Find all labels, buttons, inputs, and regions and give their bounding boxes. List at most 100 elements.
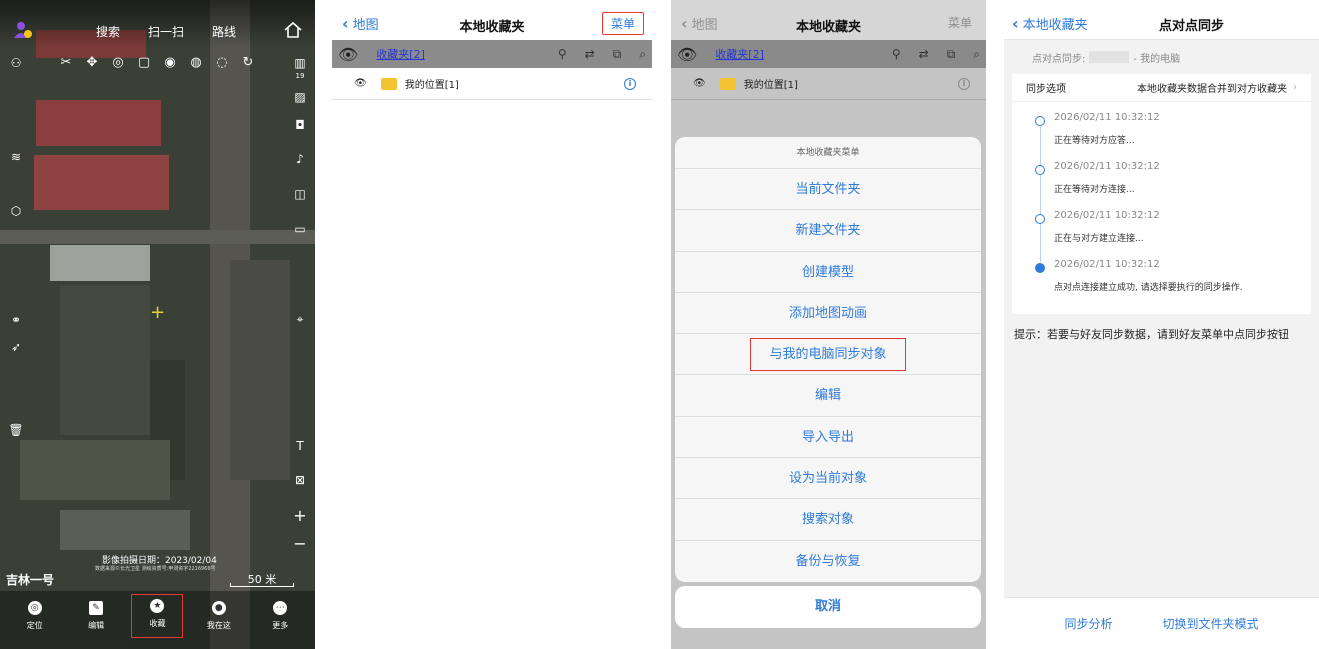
- folder-icon: [719, 77, 736, 90]
- sheet-title: 本地收藏夹菜单: [675, 137, 981, 169]
- scan-link[interactable]: 扫一扫: [148, 23, 184, 40]
- event-message: 正在等待对方应答...: [1054, 136, 1135, 146]
- scissors-icon[interactable]: ✂: [58, 55, 74, 71]
- info-icon[interactable]: i: [624, 77, 636, 90]
- home-icon[interactable]: [283, 20, 303, 40]
- link-icon[interactable]: ⚭: [8, 313, 24, 327]
- search-icon[interactable]: ⌕: [639, 47, 646, 62]
- frame-icon[interactable]: ▨: [292, 90, 308, 104]
- menu-button[interactable]: 菜单: [948, 14, 972, 31]
- menu-button[interactable]: 菜单: [601, 12, 644, 35]
- menu-item-edit[interactable]: 编辑: [675, 375, 981, 417]
- eye-icon[interactable]: 👁: [693, 78, 706, 89]
- navigate-icon[interactable]: ◌: [214, 55, 230, 71]
- eye-icon[interactable]: 👁: [677, 45, 697, 64]
- event-time: 2026/02/11 10:32:12: [1054, 112, 1160, 123]
- sync-option-row[interactable]: 同步选项 本地收藏夹数据合并到对方收藏夹 ›: [1012, 74, 1311, 102]
- menu-item-set-current[interactable]: 设为当前对象: [675, 458, 981, 500]
- cube-icon[interactable]: ⬡: [8, 204, 24, 218]
- menu-item-search[interactable]: 搜索对象: [675, 499, 981, 541]
- tab-more[interactable]: ⋯ 更多: [255, 591, 305, 649]
- eye-icon[interactable]: 👁: [338, 45, 358, 64]
- swap-icon[interactable]: ⇄: [919, 47, 929, 62]
- star-icon: ★: [150, 599, 165, 613]
- mic-icon[interactable]: ♪: [292, 152, 308, 166]
- event-time: 2026/02/11 10:32:12: [1054, 259, 1160, 270]
- satellite-map[interactable]: [0, 0, 315, 649]
- layers-icon[interactable]: ⚇: [8, 56, 24, 70]
- item-label: 我的位置[1]: [743, 80, 798, 91]
- measure-icon[interactable]: ◎: [110, 55, 126, 71]
- bottom-actions: 同步分析 切换到文件夹模式: [1004, 597, 1319, 649]
- menu-item-import-export[interactable]: 导入导出: [675, 417, 981, 459]
- video-icon[interactable]: ▭: [292, 222, 308, 236]
- tab-edit[interactable]: ✎ 编辑: [71, 591, 121, 649]
- locate-icon: ◎: [27, 601, 42, 615]
- folder-link[interactable]: 收藏夹[2]: [376, 46, 425, 62]
- tab-locate[interactable]: ◎ 定位: [10, 591, 60, 649]
- event-time: 2026/02/11 10:32:12: [1054, 161, 1160, 172]
- menu-item-new-folder[interactable]: 新建文件夹: [675, 210, 981, 252]
- search-link[interactable]: 搜索: [96, 23, 120, 40]
- copy-icon[interactable]: ⧉: [947, 47, 956, 62]
- trash-icon[interactable]: 🗑: [8, 423, 24, 437]
- event-message: 正在等待对方连接...: [1054, 185, 1135, 195]
- menu-sheet-panel: ‹ 地图 本地收藏夹 菜单 👁 收藏夹[2] ⚲ ⇄ ⧉ ⌕ 👁 我的位置[1] …: [671, 0, 986, 649]
- text-icon[interactable]: T: [292, 439, 308, 453]
- sync-tip: 提示：若要与好友同步数据，请到好友菜单中点同步按钮: [1014, 328, 1289, 341]
- tab-label: 收藏: [149, 619, 166, 628]
- record-icon[interactable]: ◍: [188, 55, 204, 71]
- chevron-left-icon: ‹: [1012, 14, 1019, 33]
- copy-icon[interactable]: ⧉: [613, 47, 622, 62]
- track-icon[interactable]: ◉: [162, 55, 178, 71]
- list-item[interactable]: 👁 我的位置[1] i: [671, 68, 986, 100]
- eye-icon[interactable]: 👁: [354, 78, 367, 89]
- route-link[interactable]: 路线: [212, 23, 236, 40]
- grid-icon[interactable]: ⊠: [292, 473, 308, 487]
- menu-item-add-animation[interactable]: 添加地图动画: [675, 293, 981, 335]
- scale-bar: [230, 583, 294, 587]
- tab-label: 更多: [272, 621, 289, 630]
- map-bottom-tabs: ◎ 定位 ✎ 编辑 ★ 收藏 ● 我在这 ⋯ 更多: [0, 591, 315, 649]
- timeline-dot-icon: [1035, 165, 1045, 175]
- folder-toolbar: ⚲ ⇄ ⧉ ⌕: [892, 47, 980, 62]
- info-icon[interactable]: i: [958, 77, 970, 90]
- list-item[interactable]: 👁 我的位置[1] i: [332, 68, 652, 100]
- swap-icon[interactable]: ⇄: [585, 47, 595, 62]
- location-pin-icon[interactable]: ⌖: [292, 312, 308, 327]
- wifi-icon[interactable]: ≋: [8, 150, 24, 164]
- pin-icon[interactable]: ⚲: [558, 47, 567, 62]
- data-credit: 数据来源©长光卫星 测绘资质号:甲测资字2216966号: [95, 566, 216, 572]
- menu-item-backup-restore[interactable]: 备份与恢复: [675, 541, 981, 582]
- folder-icon: [380, 77, 397, 90]
- map-top-nav: 搜索 扫一扫 路线: [96, 23, 236, 40]
- folder-link[interactable]: 收藏夹[2]: [715, 46, 764, 62]
- option-value: 本地收藏夹数据合并到对方收藏夹: [1137, 84, 1287, 95]
- switch-folder-mode-button[interactable]: 切换到文件夹模式: [1163, 615, 1259, 632]
- menu-item-create-model[interactable]: 创建模型: [675, 252, 981, 293]
- area-icon[interactable]: ▢: [136, 55, 152, 71]
- tab-favorites[interactable]: ★ 收藏: [131, 594, 184, 638]
- menu-item-sync-with-computer[interactable]: 与我的电脑同步对象: [675, 334, 981, 376]
- folder-header-row: 👁 收藏夹[2] ⚲ ⇄ ⧉ ⌕: [332, 40, 652, 68]
- nav-bar: ‹ 地图 本地收藏夹 菜单: [332, 0, 652, 40]
- search-icon[interactable]: ⌕: [973, 47, 980, 62]
- refresh-icon[interactable]: ↻: [240, 55, 256, 71]
- zoom-in-icon[interactable]: +: [292, 506, 308, 525]
- sync-analysis-button[interactable]: 同步分析: [1064, 615, 1112, 632]
- move-icon[interactable]: ✥: [84, 55, 100, 71]
- page-title: 点对点同步: [1158, 19, 1224, 34]
- item-label: 我的位置[1]: [404, 80, 459, 91]
- zoom-out-icon[interactable]: −: [292, 534, 308, 553]
- pin-icon[interactable]: ⚲: [892, 47, 901, 62]
- book-icon[interactable]: ▥: [292, 56, 308, 70]
- tab-i-am-here[interactable]: ● 我在这: [194, 591, 244, 649]
- compass-icon[interactable]: ➶: [8, 340, 24, 354]
- peer-prefix: 点对点同步:: [1032, 53, 1086, 65]
- menu-item-current-folder[interactable]: 当前文件夹: [675, 169, 981, 211]
- user-avatar-icon[interactable]: [12, 20, 34, 42]
- cancel-button[interactable]: 取消: [675, 586, 981, 628]
- screen-icon[interactable]: ◫: [292, 187, 308, 201]
- chevron-right-icon: ›: [1293, 82, 1297, 93]
- camera-icon[interactable]: ◘: [292, 118, 308, 132]
